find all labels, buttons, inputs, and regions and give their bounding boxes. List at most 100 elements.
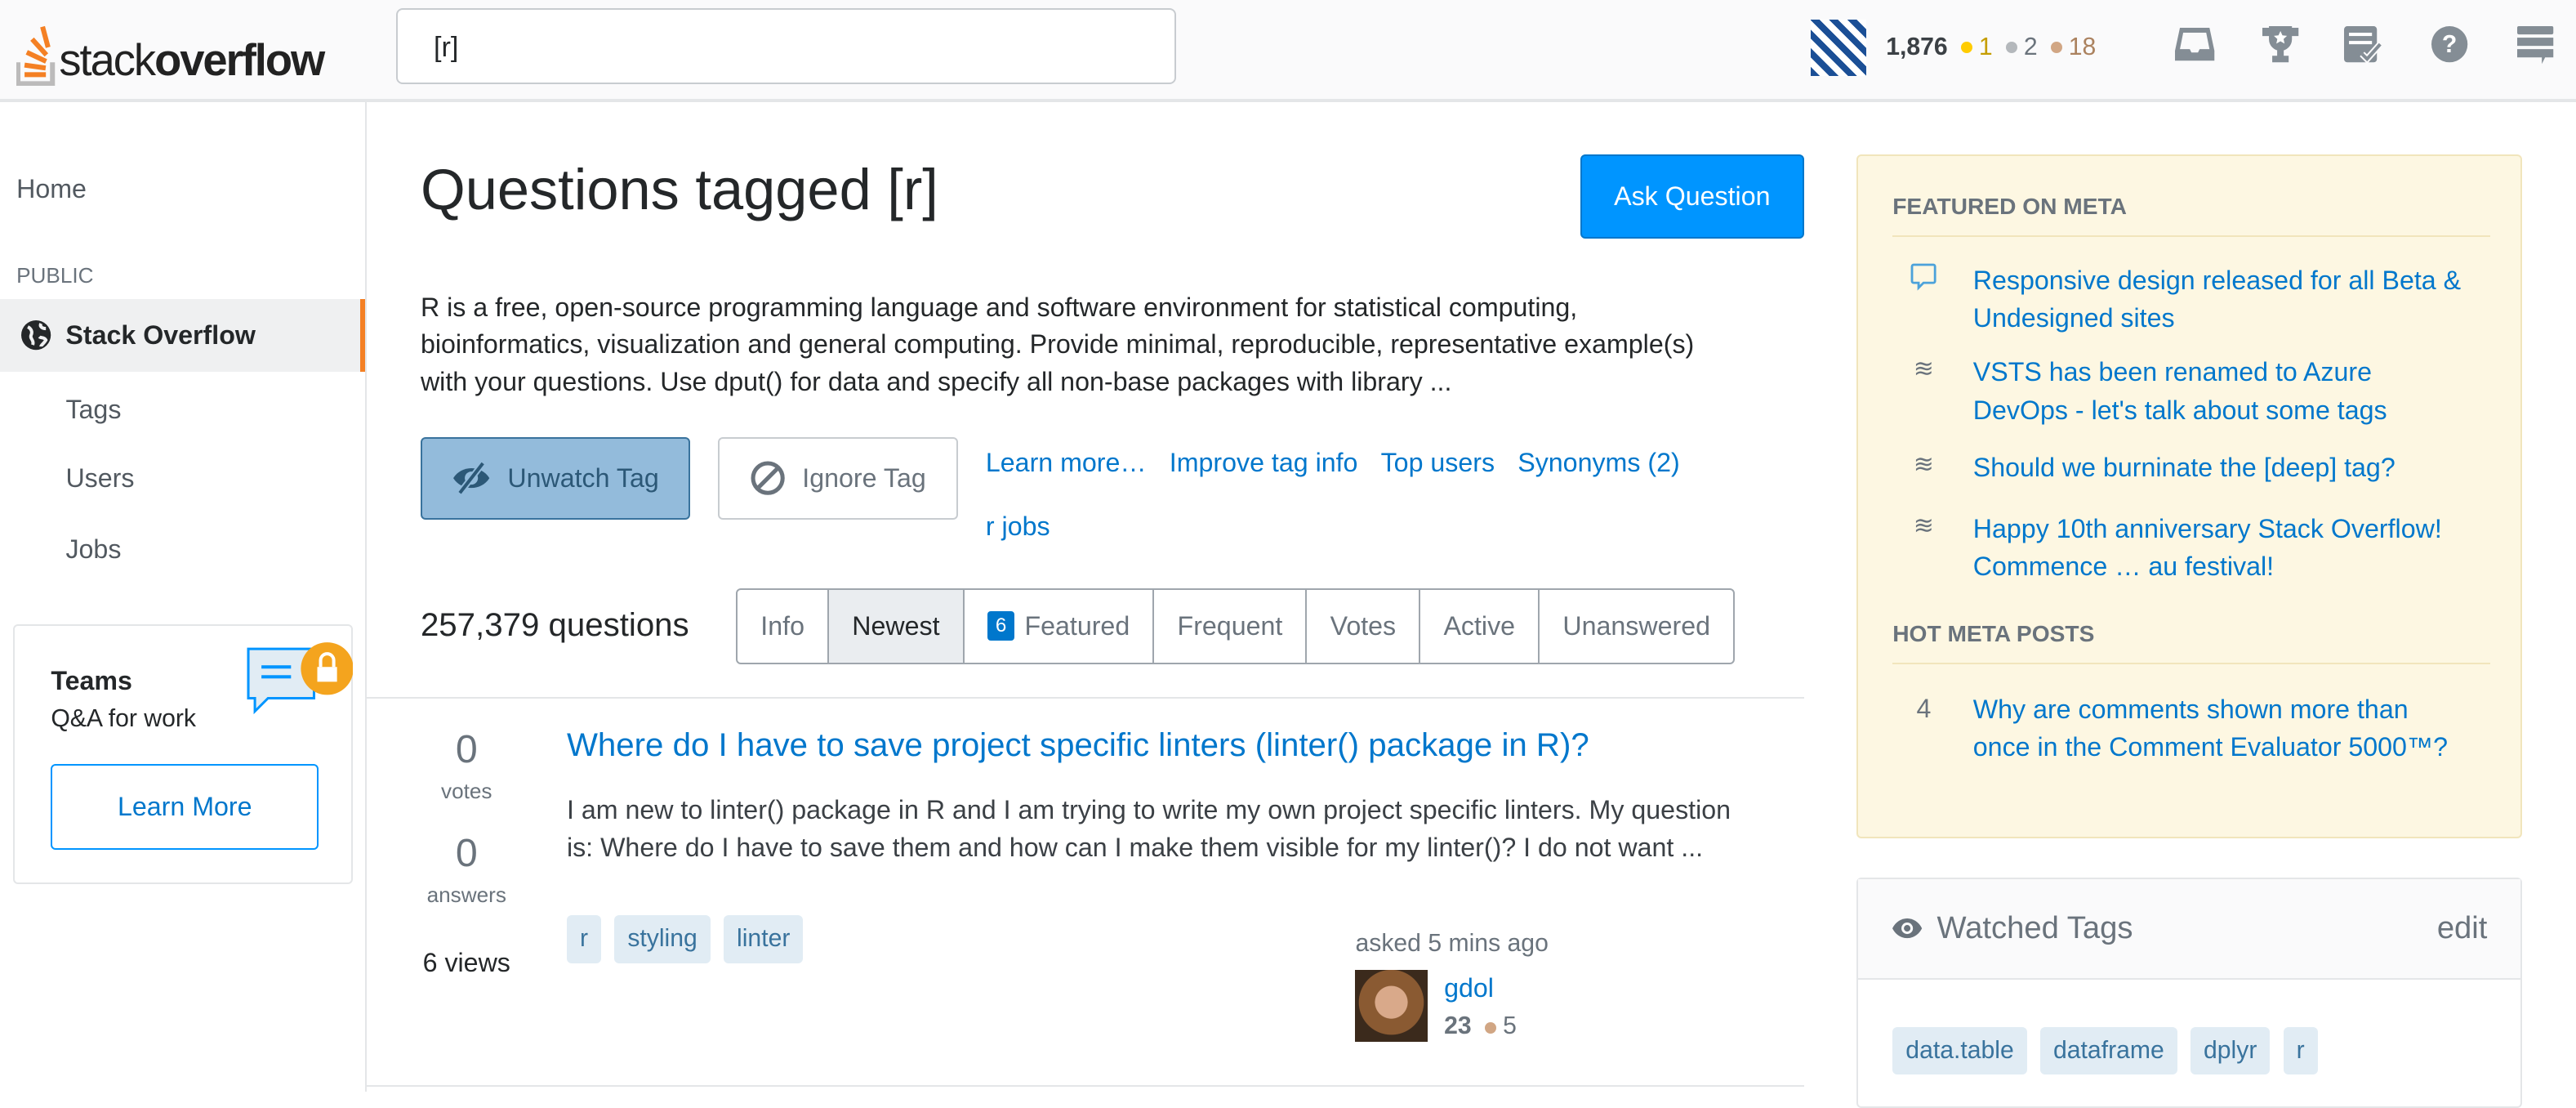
trophy-icon[interactable] <box>2259 25 2302 67</box>
meta-featured-link[interactable]: Should we burninate the [deep] tag? <box>1973 449 2466 486</box>
meta-featured-link[interactable]: Responsive design released for all Beta … <box>1973 261 2466 337</box>
question-count: 257,379 questions <box>420 606 689 644</box>
silver-badge-count: 2 <box>2005 34 2038 61</box>
tag-linter[interactable]: linter <box>723 915 804 963</box>
user-avatar[interactable] <box>1355 969 1428 1043</box>
stack-icon: ≋ <box>1913 451 1935 479</box>
tag-dataframe[interactable]: dataframe <box>2039 1027 2177 1075</box>
unwatch-tag-button[interactable]: Unwatch Tag <box>420 437 690 520</box>
tab-newest[interactable]: Newest <box>827 590 963 663</box>
hot-meta-post-link[interactable]: Why are comments shown more than once in… <box>1973 690 2466 766</box>
site-switcher-icon[interactable] <box>2514 25 2556 67</box>
vote-count: 0 <box>455 727 478 772</box>
svg-text:?: ? <box>2442 31 2457 58</box>
teams-promo: Teams Q&A for work Learn More <box>13 624 354 885</box>
eye-icon <box>1892 918 1923 939</box>
tag-description: R is a free, open-source programming lan… <box>420 293 1695 396</box>
user-reputation: 23 5 <box>1444 1012 1517 1040</box>
question-title-link[interactable]: Where do I have to save project specific… <box>567 726 1589 764</box>
teams-title: Teams <box>51 665 132 695</box>
teams-subtitle: Q&A for work <box>51 704 196 732</box>
user-name-link[interactable]: gdol <box>1444 973 1494 1003</box>
learn-more-button[interactable]: Learn More <box>51 764 319 850</box>
divider <box>1892 662 2491 664</box>
stack-overflow-logo[interactable]: stackoverflow <box>16 13 325 86</box>
review-queue-icon[interactable] <box>2342 25 2385 67</box>
tag-r[interactable]: r <box>566 915 602 963</box>
view-count: 6 views <box>422 947 510 977</box>
featured-count-badge: 6 <box>987 611 1015 641</box>
search-input[interactable]: [r] <box>395 8 1177 84</box>
tab-featured[interactable]: 6 Featured <box>962 590 1153 663</box>
teams-lock-chat-icon <box>247 642 354 715</box>
watched-tags-widget: Watched Tags edit data.table dataframe d… <box>1856 878 2522 1108</box>
answers-label: answers <box>426 882 506 908</box>
synonyms-link[interactable]: Synonyms (2) <box>1518 448 1679 477</box>
watched-tags-title: Watched Tags <box>1891 910 2133 946</box>
eye-off-icon <box>452 462 490 495</box>
sort-tabs: Info Newest 6 Featured Frequent Votes Act… <box>736 588 1736 664</box>
top-bar: stackoverflow [r] 1,876 1 2 18 ? <box>0 0 2576 102</box>
bronze-badge-count: 18 <box>2050 34 2096 61</box>
divider <box>366 696 1804 699</box>
unwatch-label: Unwatch Tag <box>507 462 659 493</box>
tab-votes[interactable]: Votes <box>1305 590 1419 663</box>
featured-on-meta-widget: FEATURED ON META Responsive design relea… <box>1856 154 2522 838</box>
left-sidebar: Home PUBLIC Stack Overflow Tags Users Jo… <box>0 101 367 1092</box>
sidebar-item-stack-overflow[interactable]: Stack Overflow <box>0 299 365 372</box>
tab-label: Featured <box>1024 610 1130 641</box>
gold-badge-count: 1 <box>1960 34 1993 61</box>
logo-icon <box>16 26 56 86</box>
ban-icon <box>751 461 785 495</box>
tag-styling[interactable]: styling <box>614 915 711 963</box>
tag-links: Learn more… Improve tag info Top users Syno… <box>986 431 1807 559</box>
inbox-icon[interactable] <box>2173 25 2216 67</box>
globe-icon <box>21 320 51 351</box>
tag-dplyr[interactable]: dplyr <box>2190 1027 2271 1075</box>
hot-meta-heading: HOT META POSTS <box>1892 621 2095 647</box>
divider <box>366 1084 1804 1087</box>
chat-bubble-icon <box>1907 263 1940 299</box>
user-card[interactable]: 1,876 1 2 18 <box>1810 20 2096 76</box>
tag-data-table[interactable]: data.table <box>1892 1027 2027 1075</box>
asked-time: asked 5 mins ago <box>1355 930 1549 958</box>
tab-frequent[interactable]: Frequent <box>1152 590 1305 663</box>
question-tags: r styling linter <box>566 915 804 963</box>
sidebar-item-jobs[interactable]: Jobs <box>65 534 121 565</box>
sidebar-item-label: Stack Overflow <box>65 319 256 350</box>
watched-tag-list: data.table dataframe dplyr r <box>1892 1027 2318 1075</box>
featured-heading: FEATURED ON META <box>1892 194 2127 220</box>
ignore-label: Ignore Tag <box>802 462 926 493</box>
tag-r[interactable]: r <box>2283 1027 2318 1075</box>
stack-icon: ≋ <box>1913 512 1935 539</box>
user-avatar[interactable] <box>1810 20 1867 76</box>
top-users-link[interactable]: Top users <box>1381 448 1495 477</box>
tab-unanswered[interactable]: Unanswered <box>1538 590 1733 663</box>
ask-question-button[interactable]: Ask Question <box>1580 154 1804 239</box>
sidebar-item-home[interactable]: Home <box>16 174 87 204</box>
help-icon[interactable]: ? <box>2428 25 2471 67</box>
question-stats: 0 votes 0 answers 6 views <box>416 726 518 978</box>
meta-featured-link[interactable]: Happy 10th anniversary Stack Overflow! C… <box>1973 510 2466 586</box>
ignore-tag-button[interactable]: Ignore Tag <box>718 437 958 520</box>
sidebar-item-users[interactable]: Users <box>65 463 134 494</box>
watched-tags-header: Watched Tags edit <box>1857 879 2520 980</box>
stack-icon: ≋ <box>1913 355 1935 383</box>
tab-active[interactable]: Active <box>1419 590 1538 663</box>
tab-info[interactable]: Info <box>738 590 827 663</box>
learn-more-link[interactable]: Learn more… <box>986 448 1147 477</box>
r-jobs-link[interactable]: r jobs <box>986 512 1050 541</box>
sidebar-item-tags[interactable]: Tags <box>65 395 121 425</box>
votes-label: votes <box>441 779 492 804</box>
answer-count: 0 <box>455 831 478 876</box>
logo-text: stackoverflow <box>59 35 325 86</box>
edit-watched-tags-link[interactable]: edit <box>2437 910 2488 946</box>
page-title: Questions tagged [r] <box>420 157 938 222</box>
hot-post-score: 4 <box>1916 693 1932 723</box>
reputation: 1,876 <box>1886 34 1948 61</box>
sidebar-section-public: PUBLIC <box>16 262 94 288</box>
improve-tag-info-link[interactable]: Improve tag info <box>1170 448 1358 477</box>
meta-featured-link[interactable]: VSTS has been renamed to Azure DevOps - … <box>1973 353 2466 429</box>
question-excerpt: I am new to linter() package in R and I … <box>566 794 1731 862</box>
divider <box>1892 235 2491 237</box>
